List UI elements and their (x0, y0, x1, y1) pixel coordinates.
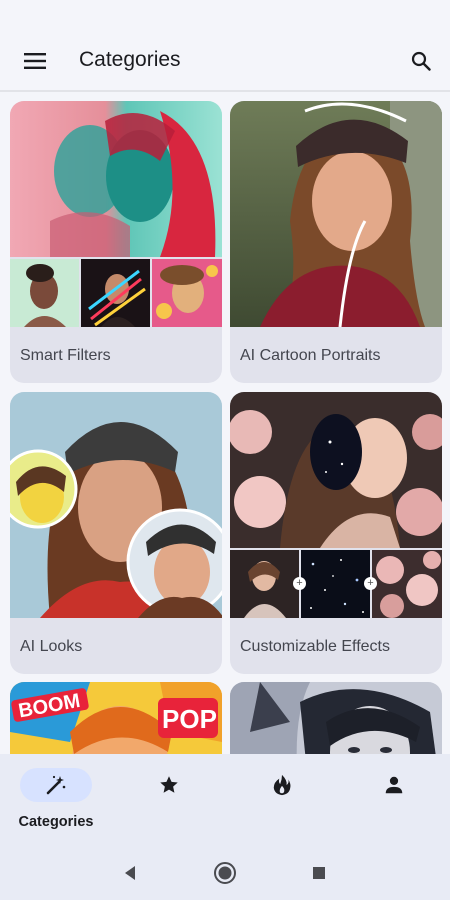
category-label: Smart Filters (20, 347, 111, 364)
smart-filters-thumb-3 (152, 259, 222, 327)
category-card-customizable-effects[interactable]: + + Customizable Effects (230, 392, 442, 674)
category-card-ai-looks[interactable]: AI Looks (10, 392, 222, 674)
nav-item-favorites[interactable] (119, 768, 219, 838)
status-bar (0, 0, 450, 30)
customizable-effects-thumb-2 (301, 550, 370, 618)
bw-portrait-image (230, 682, 442, 754)
person-icon (385, 776, 403, 794)
bottom-navigation: Categories (0, 754, 450, 846)
ai-cartoon-portraits-image (230, 101, 442, 327)
system-back-button[interactable] (117, 860, 143, 886)
search-icon (411, 51, 431, 71)
customizable-effects-thumb-3 (372, 550, 442, 618)
comic-image: BOOM POP (10, 682, 222, 754)
star-icon (160, 776, 178, 793)
ai-looks-image (10, 392, 222, 618)
system-recents-button[interactable] (306, 860, 332, 886)
top-app-bar: Categories (0, 30, 450, 92)
page-title: Categories (79, 48, 181, 71)
system-home-button[interactable] (212, 860, 238, 886)
category-label: AI Looks (20, 638, 83, 655)
category-label: Customizable Effects (240, 638, 390, 655)
smart-filters-main-image (10, 101, 222, 257)
category-card-smart-filters[interactable]: Smart Filters (10, 101, 222, 383)
categories-grid: Smart Filters AI Cartoon Portraits AI Lo… (0, 94, 450, 754)
comic-pop-text: POP (162, 704, 217, 734)
hamburger-menu-icon (24, 53, 46, 69)
nav-item-profile[interactable] (344, 768, 444, 838)
back-triangle-icon (125, 866, 135, 880)
recents-square-icon (313, 867, 325, 879)
system-navigation-bar (0, 846, 450, 900)
category-card-comic[interactable]: BOOM POP (10, 682, 222, 754)
category-label: AI Cartoon Portraits (240, 347, 381, 364)
customizable-effects-thumb-1 (230, 550, 299, 618)
category-card-ai-cartoon-portraits[interactable]: AI Cartoon Portraits (230, 101, 442, 383)
magic-wand-icon (46, 775, 66, 795)
nav-active-indicator (20, 768, 92, 802)
nav-item-categories[interactable]: Categories (6, 768, 106, 838)
customizable-effects-main-image (230, 392, 442, 548)
fire-icon (273, 774, 291, 796)
home-circle-icon (214, 862, 236, 884)
search-button[interactable] (406, 46, 436, 76)
smart-filters-thumb-2 (81, 259, 150, 327)
nav-item-trending[interactable] (232, 768, 332, 838)
plus-icon: + (364, 577, 377, 590)
smart-filters-thumb-1 (10, 259, 79, 327)
plus-icon: + (293, 577, 306, 590)
menu-button[interactable] (18, 47, 52, 75)
nav-label: Categories (18, 814, 94, 830)
category-card-bw-portrait[interactable] (230, 682, 442, 754)
